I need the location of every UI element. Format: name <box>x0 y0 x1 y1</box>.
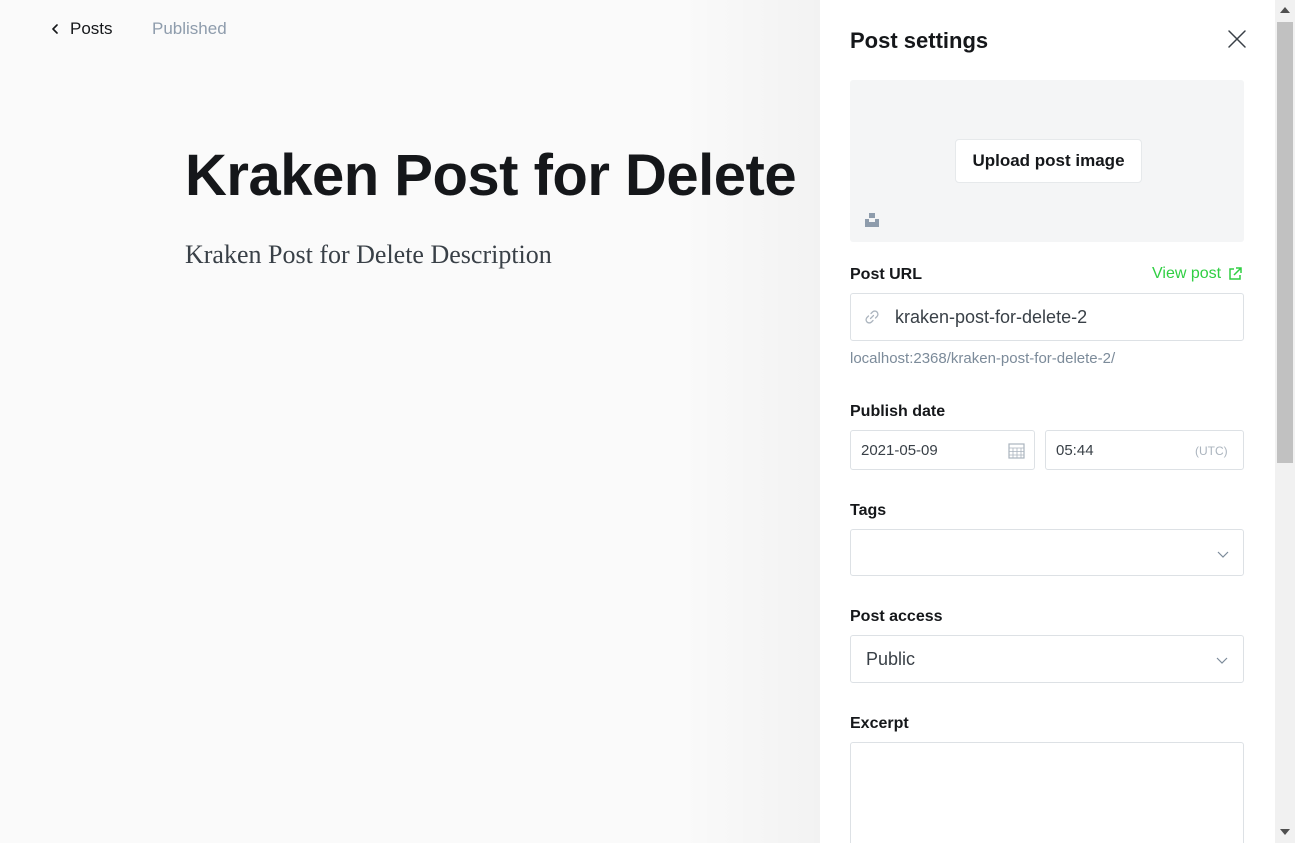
post-url-label: Post URL <box>850 266 922 283</box>
post-excerpt[interactable]: Kraken Post for Delete Description <box>185 240 552 270</box>
calendar-icon[interactable] <box>1008 442 1025 459</box>
upload-post-image-button[interactable]: Upload post image <box>955 139 1142 183</box>
view-post-label: View post <box>1152 265 1222 282</box>
unsplash-icon[interactable] <box>864 212 880 228</box>
post-access-label: Post access <box>850 608 943 625</box>
scroll-up-arrow-icon[interactable] <box>1280 7 1290 13</box>
link-icon <box>865 310 879 324</box>
publish-time-input[interactable]: 05:44 (UTC) <box>1045 430 1244 470</box>
editor-pane: Posts Published Kraken Post for Delete K… <box>0 0 820 843</box>
post-url-hint: localhost:2368/kraken-post-for-delete-2/ <box>850 350 1116 367</box>
post-settings-panel: Post settings Upload post image Post URL… <box>820 0 1275 843</box>
excerpt-label: Excerpt <box>850 715 909 732</box>
post-url-value: kraken-post-for-delete-2 <box>895 307 1088 327</box>
tags-label: Tags <box>850 502 887 519</box>
scroll-down-arrow-icon[interactable] <box>1280 829 1290 835</box>
external-link-icon <box>1229 267 1242 280</box>
post-url-input[interactable]: kraken-post-for-delete-2 <box>850 293 1244 341</box>
post-access-value: Public <box>866 649 916 669</box>
publish-date-label: Publish date <box>850 403 946 420</box>
back-to-posts-link[interactable]: Posts <box>50 19 113 39</box>
excerpt-textarea[interactable] <box>850 742 1244 843</box>
publish-date-value: 2021-05-09 <box>861 442 938 459</box>
scroll-thumb[interactable] <box>1277 22 1293 463</box>
post-image-dropzone[interactable]: Upload post image <box>850 80 1244 242</box>
chevron-down-icon <box>1216 657 1228 664</box>
panel-shadow <box>680 0 820 843</box>
tags-select[interactable] <box>850 529 1244 576</box>
chevron-left-icon <box>52 24 58 34</box>
post-access-select[interactable]: Public <box>850 635 1244 683</box>
back-link-label: Posts <box>70 19 113 38</box>
chevron-down-icon <box>1217 551 1229 558</box>
view-post-link[interactable]: View post <box>1152 265 1243 283</box>
publish-time-value: 05:44 <box>1056 442 1094 459</box>
close-icon[interactable] <box>1226 28 1248 50</box>
post-status: Published <box>152 19 227 38</box>
settings-title: Post settings <box>850 28 989 53</box>
publish-date-input[interactable]: 2021-05-09 <box>850 430 1035 470</box>
settings-scrollbar[interactable] <box>1275 0 1295 843</box>
timezone-label: (UTC) <box>1195 444 1228 458</box>
